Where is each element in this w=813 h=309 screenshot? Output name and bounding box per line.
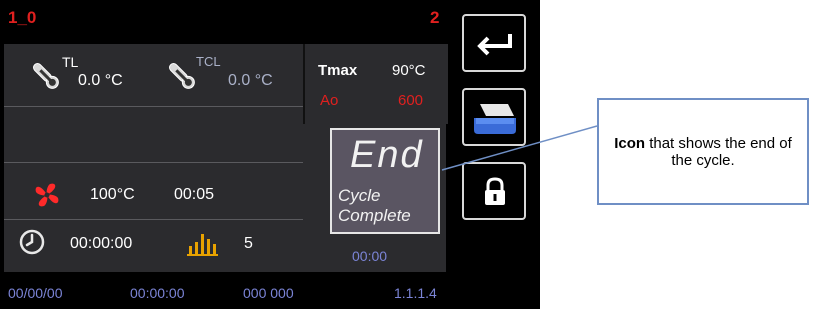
callout-bold: Icon bbox=[614, 134, 646, 152]
callout-text: that shows the end of the cycle. bbox=[645, 134, 792, 169]
callout-box: Icon that shows the end of the cycle. bbox=[597, 98, 809, 205]
